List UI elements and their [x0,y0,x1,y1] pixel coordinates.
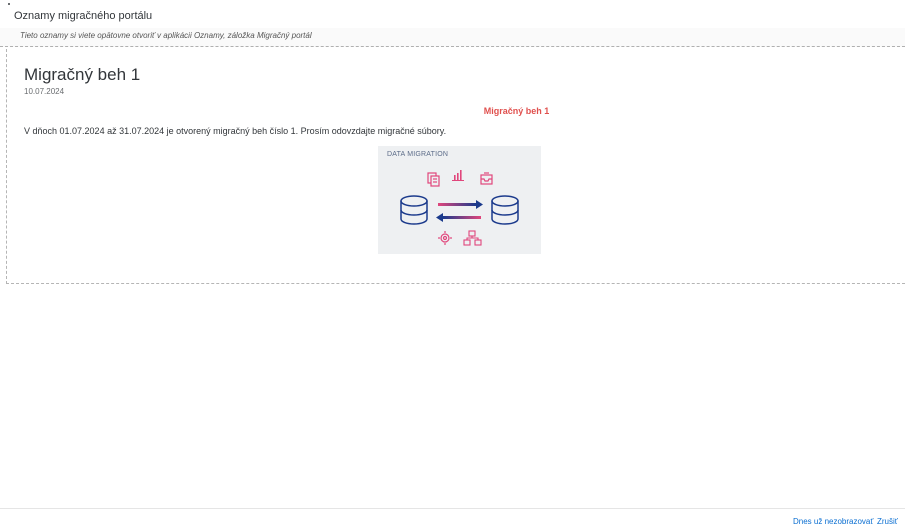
hierarchy-icon [463,230,482,246]
dialog-subheader: Tieto oznamy si viete opätovne otvoriť v… [0,28,905,47]
announcement-date: 10.07.2024 [24,87,65,96]
arrow-left-icon [436,213,481,222]
announcement-highlight: Migračný beh 1 [483,106,550,116]
cancel-button[interactable]: Zrušiť [877,517,898,526]
database-icon [491,195,519,225]
dialog-title: Oznamy migračného portálu [14,10,153,22]
database-icon [400,195,428,225]
dialog-footer: Dnes už nezobrazovať Zrušiť [0,508,905,526]
announcement-card: Migračný beh 1 10.07.2024 Migračný beh 1… [6,49,905,284]
announcement-body: V dňoch 01.07.2024 až 31.07.2024 je otvo… [24,126,447,136]
subheader-text: Tieto oznamy si viete opätovne otvoriť v… [20,31,312,40]
data-migration-illustration: DATA MIGRATION [378,146,541,254]
inbox-icon [480,172,493,185]
chart-icon [452,170,464,181]
window-dot [8,3,10,5]
arrow-right-icon [438,200,483,209]
document-icon [427,172,440,187]
dont-show-today-button[interactable]: Dnes už nezobrazovať [793,517,873,526]
announcement-title: Migračný beh 1 [24,65,141,84]
illustration-graphic [400,170,519,246]
gear-icon [438,231,452,245]
